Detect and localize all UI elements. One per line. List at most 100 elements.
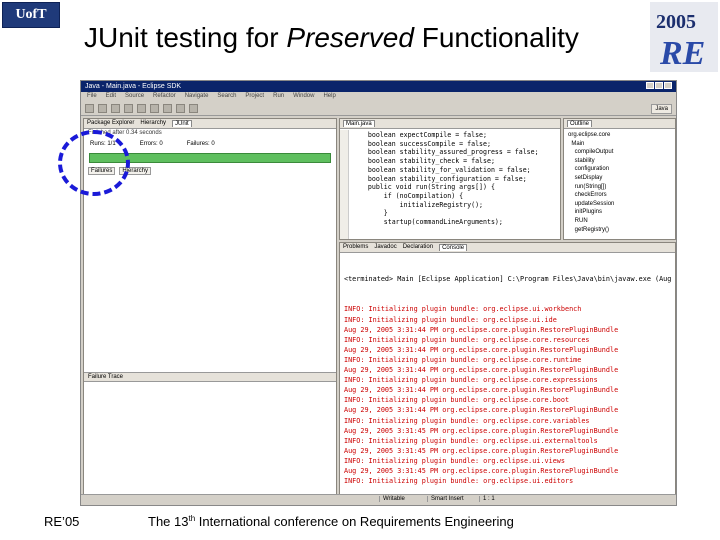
console-line: Aug 29, 2005 3:31:44 PM org.eclipse.core…: [344, 366, 619, 375]
tab-package-explorer[interactable]: Package Explorer: [87, 120, 134, 127]
editor-code[interactable]: boolean expectCompile = false; boolean s…: [340, 129, 560, 227]
perspective-switcher[interactable]: Java: [651, 103, 672, 114]
footer-text-before: The 13: [148, 514, 189, 529]
main-toolbar: Java: [81, 102, 676, 116]
outline-item[interactable]: stability: [568, 157, 671, 166]
console-line: INFO: Initializing plugin bundle: org.ec…: [344, 315, 557, 324]
tab-hierarchy[interactable]: Hierarchy: [140, 120, 166, 127]
menu-item-window[interactable]: Window: [293, 93, 314, 99]
tab-javadoc[interactable]: Javadoc: [374, 244, 396, 251]
minimize-button[interactable]: [646, 82, 654, 89]
outline-item[interactable]: setDisplay: [568, 174, 671, 183]
menu-item-source[interactable]: Source: [125, 93, 144, 99]
junit-failures: Failures: 0: [186, 141, 215, 147]
uoft-logo: UofT: [2, 2, 60, 28]
back-icon[interactable]: [176, 104, 185, 113]
failure-trace-header: Failure Trace: [84, 372, 336, 382]
run-icon[interactable]: [137, 104, 146, 113]
re-logo-year: 2005: [656, 11, 696, 33]
console-line: INFO: Initializing plugin bundle: org.ec…: [344, 355, 582, 364]
tab-declaration[interactable]: Declaration: [403, 244, 433, 251]
footer-conference-name: The 13th International conference on Req…: [148, 514, 514, 529]
console-output: <terminated> Main [Eclipse Application] …: [340, 253, 675, 487]
uoft-logo-text: UofT: [15, 7, 47, 22]
console-line: INFO: Initializing plugin bundle: org.ec…: [344, 416, 590, 425]
editor-pane: Main.java boolean expectCompile = false;…: [339, 118, 561, 240]
title-suffix: Functionality: [413, 22, 579, 53]
tab-junit[interactable]: JUnit: [172, 120, 192, 127]
outline-item[interactable]: run(String[]): [568, 183, 671, 192]
outline-tabs: Outline: [564, 119, 675, 129]
footer-conference-tag: RE’05: [44, 514, 80, 529]
console-line: INFO: Initializing plugin bundle: org.ec…: [344, 436, 598, 445]
console-tabs: Problems Javadoc Declaration Console: [340, 243, 675, 253]
code-line: if (noCompilation) {: [352, 191, 464, 200]
eclipse-window: Java - Main.java - Eclipse SDK File Edit S…: [80, 80, 677, 506]
new-icon[interactable]: [85, 104, 94, 113]
new-class-icon[interactable]: [150, 104, 159, 113]
debug-icon[interactable]: [124, 104, 133, 113]
outline-item[interactable]: checkErrors: [568, 191, 671, 200]
code-line: startup(commandLineArguments);: [352, 218, 503, 227]
console-line: Aug 29, 2005 3:31:44 PM org.eclipse.core…: [344, 325, 619, 334]
outline-item[interactable]: getRegistry(): [568, 226, 671, 235]
forward-icon[interactable]: [189, 104, 198, 113]
console-line: Aug 29, 2005 3:31:44 PM org.eclipse.core…: [344, 345, 619, 354]
slide-title: JUnit testing for Preserved Functionalit…: [84, 22, 579, 54]
menu-item-refactor[interactable]: Refactor: [153, 93, 176, 99]
console-line: Aug 29, 2005 3:31:44 PM org.eclipse.core…: [344, 406, 619, 415]
code-line: boolean stability_for_validation = false…: [352, 165, 531, 174]
menu-item-run[interactable]: Run: [273, 93, 284, 99]
outline-item[interactable]: updateSession: [568, 200, 671, 209]
junit-view-tabs: Package Explorer Hierarchy JUnit: [84, 119, 336, 129]
console-line: Aug 29, 2005 3:31:45 PM org.eclipse.core…: [344, 466, 619, 475]
close-button[interactable]: [664, 82, 672, 89]
window-controls: [645, 82, 672, 91]
console-line: INFO: Initializing plugin bundle: org.ec…: [344, 335, 590, 344]
save-icon[interactable]: [98, 104, 107, 113]
tab-console[interactable]: Console: [439, 244, 468, 251]
code-line: public void run(String args[]) {: [352, 183, 495, 192]
outline-tree[interactable]: org.eclipse.core Main compileOutput stab…: [564, 129, 675, 236]
editor-tabs: Main.java: [340, 119, 560, 129]
search-icon[interactable]: [163, 104, 172, 113]
status-position: 1 : 1: [479, 496, 495, 502]
menu-bar: File Edit Source Refactor Navigate Search Proj…: [81, 92, 676, 102]
maximize-button[interactable]: [655, 82, 663, 89]
menu-item-navigate[interactable]: Navigate: [185, 93, 209, 99]
menu-item-help[interactable]: Help: [323, 93, 335, 99]
outline-item[interactable]: org.eclipse.core: [568, 131, 671, 140]
menu-item-project[interactable]: Project: [245, 93, 264, 99]
tab-outline[interactable]: Outline: [567, 120, 593, 127]
title-emphasis: Preserved: [286, 22, 414, 53]
menu-item-edit[interactable]: Edit: [106, 93, 116, 99]
print-icon[interactable]: [111, 104, 120, 113]
code-line: }: [352, 209, 388, 218]
code-line: initializeRegistry();: [352, 200, 484, 209]
outline-item[interactable]: initPlugins: [568, 208, 671, 217]
re2005-logo: 2005 RE: [650, 2, 718, 72]
console-view: Problems Javadoc Declaration Console <te…: [339, 242, 676, 495]
menu-item-file[interactable]: File: [87, 93, 97, 99]
window-titlebar: Java - Main.java - Eclipse SDK: [81, 81, 676, 92]
menu-item-search[interactable]: Search: [217, 93, 236, 99]
junit-status-line: Finished after 0.34 seconds: [88, 130, 162, 136]
console-line: INFO: Initializing plugin bundle: org.ec…: [344, 376, 598, 385]
outline-item[interactable]: configuration: [568, 165, 671, 174]
status-bar: Writable Smart Insert 1 : 1: [81, 494, 676, 505]
console-line: Aug 29, 2005 3:31:44 PM org.eclipse.core…: [344, 386, 619, 395]
status-writable: Writable: [379, 496, 405, 502]
outline-item[interactable]: RUN: [568, 217, 671, 226]
outline-item[interactable]: Main: [568, 140, 671, 149]
console-line: INFO: Initializing plugin bundle: org.ec…: [344, 477, 574, 486]
console-line: INFO: Initializing plugin bundle: org.ec…: [344, 396, 570, 405]
editor-gutter: [340, 130, 349, 239]
code-line: boolean successCompile = false;: [352, 139, 491, 148]
re-logo-mark: RE: [659, 35, 705, 72]
tab-main-java[interactable]: Main.java: [343, 120, 375, 127]
outline-item[interactable]: compileOutput: [568, 148, 671, 157]
tab-problems[interactable]: Problems: [343, 244, 368, 251]
code-line: boolean expectCompile = false;: [352, 131, 487, 139]
console-line: Aug 29, 2005 3:31:45 PM org.eclipse.core…: [344, 426, 619, 435]
outline-view: Outline org.eclipse.core Main compileOut…: [563, 118, 676, 240]
